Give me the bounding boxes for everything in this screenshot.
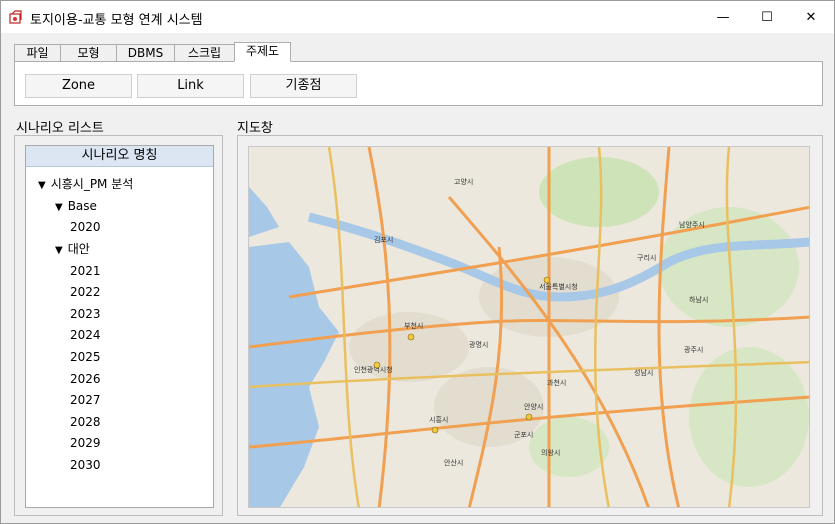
zone-button[interactable]: Zone — [25, 74, 132, 98]
scenario-tree: 시나리오 명칭 ▼ 시흥시_PM 분석 ▼ Base 2020 ▼ 대안 2021 2… — [25, 145, 214, 508]
tree-node-label: 대안 — [67, 242, 90, 256]
tree-node-label: Base — [67, 199, 97, 213]
close-button[interactable]: ✕ — [789, 1, 833, 33]
map-label-guri: 구리시 — [637, 253, 656, 262]
tree-node-year[interactable]: 2026 — [70, 370, 101, 388]
tree-node-year[interactable]: 2023 — [70, 305, 101, 323]
tree-column-header[interactable]: 시나리오 명칭 — [26, 146, 213, 167]
tab-strip: 파일 모형 DBMS 스크립트 주제도 — [14, 42, 291, 76]
map-label-gimpo: 김포시 — [374, 236, 393, 244]
tree-node-year[interactable]: 2027 — [70, 391, 101, 409]
map-label-goyang: 고양시 — [454, 178, 473, 186]
map-label-gunpo: 군포시 — [514, 431, 533, 439]
park-area — [689, 347, 809, 487]
map-view[interactable]: 서울특별시청 인천광역시청 부천시 광명시 안양시 과천시 군포시 의왕시 시흥… — [248, 146, 810, 508]
tree-node-year[interactable]: 2024 — [70, 326, 101, 344]
tree-node-base[interactable]: ▼ Base — [55, 197, 97, 215]
map-label-hanam: 하남시 — [689, 295, 708, 304]
map-label-seoul: 서울특별시청 — [539, 282, 578, 291]
map-label-siheung: 시흥시 — [429, 415, 448, 424]
map-group-label: 지도창 — [237, 121, 273, 136]
map-label-ansan: 안산시 — [444, 458, 463, 467]
tab-model[interactable]: 모형 — [60, 44, 116, 62]
map-label-anyang: 안양시 — [524, 402, 543, 411]
tree-node-year[interactable]: 2028 — [70, 413, 101, 431]
map-label-bucheon: 부천시 — [404, 321, 423, 330]
map-label-incheon: 인천광역시청 — [354, 365, 393, 374]
park-area — [539, 157, 659, 227]
scenario-group-label: 시나리오 리스트 — [16, 121, 104, 136]
maximize-button[interactable]: ☐ — [745, 1, 789, 33]
tab-panel: Zone Link 기종점 — [14, 61, 823, 106]
expand-triangle-icon[interactable]: ▼ — [55, 202, 63, 213]
tree-node-year[interactable]: 2020 — [70, 218, 101, 236]
expand-triangle-icon[interactable]: ▼ — [55, 245, 63, 256]
map-label-uiwang: 의왕시 — [541, 448, 560, 457]
tree-node-root[interactable]: ▼ 시흥시_PM 분석 — [38, 175, 133, 193]
window-title: 토지이용-교통 모형 연계 시스템 — [30, 13, 203, 28]
tab-script[interactable]: 스크립트 — [174, 44, 234, 76]
tree-node-alternative[interactable]: ▼ 대안 — [55, 240, 90, 258]
app-icon — [9, 10, 22, 24]
link-button[interactable]: Link — [137, 74, 244, 98]
tab-file[interactable]: 파일 — [14, 44, 60, 62]
tree-node-label: 시흥시_PM 분석 — [50, 177, 134, 191]
map-label-gwacheon: 과천시 — [547, 378, 566, 387]
title-bar: 토지이용-교통 모형 연계 시스템 — ☐ ✕ — [1, 1, 834, 33]
tab-dbms[interactable]: DBMS — [116, 44, 174, 62]
map-label-gwangju: 광주시 — [684, 346, 703, 354]
tree-node-year[interactable]: 2022 — [70, 283, 101, 301]
map-label-seongnam: 성남시 — [634, 368, 653, 377]
tree-node-year[interactable]: 2025 — [70, 348, 101, 366]
origin-destination-button[interactable]: 기종점 — [250, 74, 357, 98]
map-label-gwangmyeong: 광명시 — [469, 340, 488, 349]
tree-node-year[interactable]: 2029 — [70, 434, 101, 452]
tree-node-year[interactable]: 2030 — [70, 456, 101, 474]
map-canvas[interactable]: 서울특별시청 인천광역시청 부천시 광명시 안양시 과천시 군포시 의왕시 시흥… — [249, 147, 810, 508]
tab-thematic-map[interactable]: 주제도 — [234, 42, 291, 62]
app-window: 토지이용-교통 모형 연계 시스템 — ☐ ✕ 파일 모형 DBMS 스크립트 … — [0, 0, 835, 524]
expand-triangle-icon[interactable]: ▼ — [38, 180, 46, 191]
tree-node-year[interactable]: 2021 — [70, 262, 101, 280]
minimize-button[interactable]: — — [701, 1, 745, 33]
map-label-namyangju: 남양주시 — [679, 220, 705, 229]
